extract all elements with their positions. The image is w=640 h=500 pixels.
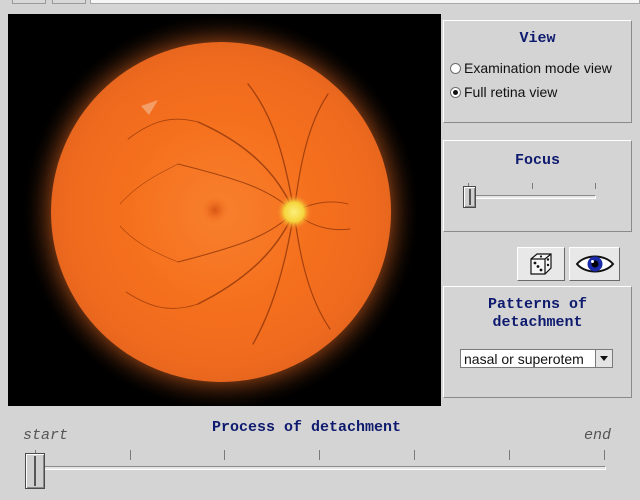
focus-tick	[595, 183, 596, 189]
view-panel: View Examination mode view Full retina v…	[443, 20, 632, 123]
toolbar-button-2[interactable]	[52, 0, 86, 4]
process-tick	[224, 450, 225, 460]
examination-mode-option[interactable]: Examination mode view	[450, 60, 612, 76]
process-tick	[319, 450, 320, 460]
process-tick	[509, 450, 510, 460]
process-title: Process of detachment	[212, 419, 402, 436]
focus-tick	[532, 183, 533, 189]
examination-mode-label: Examination mode view	[464, 60, 612, 76]
patterns-title-line1: Patterns of	[487, 296, 588, 313]
patterns-panel-title: Patterns of detachment	[444, 296, 631, 332]
process-tick	[414, 450, 415, 460]
toolbar-button-1[interactable]	[12, 0, 46, 4]
start-label: start	[23, 427, 69, 444]
process-slider-thumb[interactable]	[25, 453, 45, 489]
focus-slider-thumb[interactable]	[463, 186, 476, 208]
observe-button[interactable]	[569, 247, 620, 281]
chevron-down-icon[interactable]	[595, 350, 612, 367]
process-slider-track[interactable]	[30, 466, 606, 470]
pattern-select-value: nasal or superotem	[464, 351, 584, 367]
dice-icon	[530, 253, 552, 275]
toolbar-input[interactable]	[90, 0, 640, 4]
process-tick	[604, 450, 605, 460]
retina-image	[8, 14, 441, 406]
examination-mode-radio[interactable]	[450, 62, 461, 74]
patterns-panel: Patterns of detachment nasal or superote…	[443, 286, 632, 398]
end-label: end	[584, 427, 612, 444]
full-retina-option[interactable]: Full retina view	[450, 84, 557, 100]
pattern-select[interactable]: nasal or superotem	[460, 349, 613, 368]
focus-panel-title: Focus	[514, 152, 560, 169]
full-retina-radio[interactable]	[450, 86, 461, 98]
view-panel-title: View	[519, 30, 556, 47]
eye-icon	[575, 255, 614, 273]
top-toolbar	[0, 0, 640, 10]
process-tick	[130, 450, 131, 460]
focus-slider-track[interactable]	[464, 195, 596, 199]
retina-viewer[interactable]	[8, 14, 441, 406]
full-retina-label: Full retina view	[464, 84, 558, 100]
patterns-title-line2: detachment	[492, 314, 583, 331]
focus-panel: Focus	[443, 140, 632, 232]
random-pattern-button[interactable]	[517, 247, 565, 281]
